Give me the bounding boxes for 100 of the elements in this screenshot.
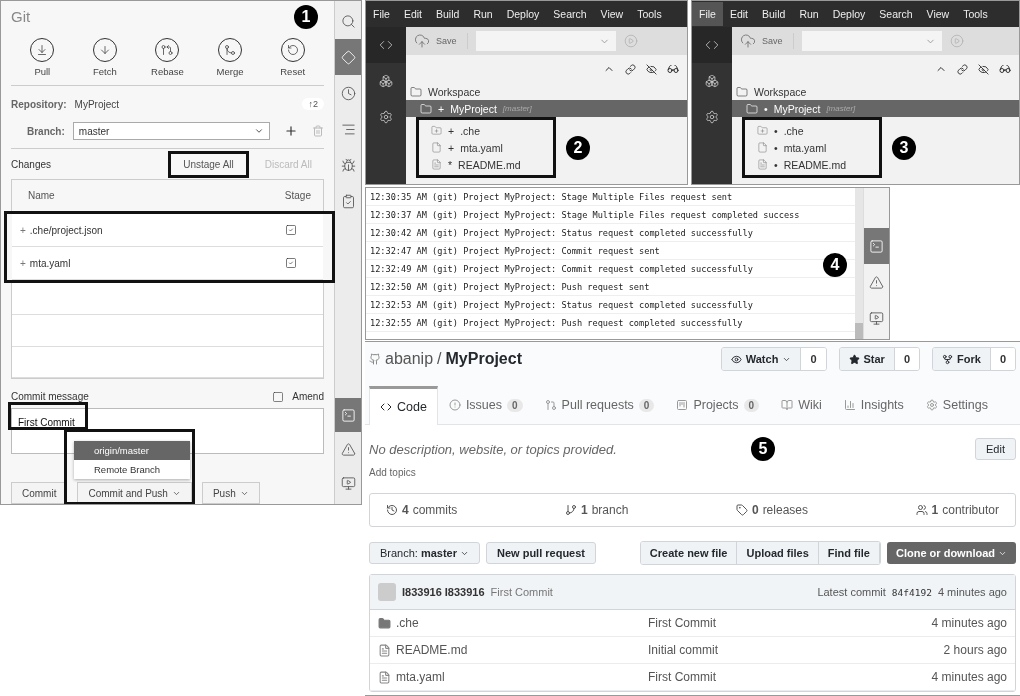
git-action-button[interactable]: Pull bbox=[17, 38, 68, 78]
sidebar-tab[interactable] bbox=[335, 39, 361, 75]
repo-tab[interactable]: Issues 0 bbox=[437, 386, 534, 423]
tree-item[interactable]: .che bbox=[783, 124, 804, 137]
file-name[interactable]: .che bbox=[396, 616, 419, 630]
checkbox[interactable] bbox=[285, 224, 297, 237]
menu-item[interactable]: Search bbox=[872, 2, 920, 26]
commit-message[interactable]: First Commit bbox=[490, 586, 812, 598]
repo-action-button[interactable]: Watch bbox=[721, 348, 802, 370]
commit-message[interactable]: Initial commit bbox=[648, 643, 944, 657]
git-action-button[interactable]: Reset bbox=[267, 38, 318, 78]
repo-owner[interactable]: abanip bbox=[385, 350, 434, 368]
eye-off-icon[interactable] bbox=[646, 63, 657, 75]
repo-tab[interactable]: Settings bbox=[914, 386, 999, 423]
code-icon[interactable] bbox=[379, 38, 393, 52]
repo-tab[interactable]: Wiki bbox=[770, 386, 833, 423]
file-action-button[interactable]: Find file bbox=[818, 542, 880, 564]
link-icon[interactable] bbox=[625, 63, 636, 75]
repo-tab[interactable]: Code bbox=[369, 386, 438, 425]
commit-author[interactable]: I833916 I833916 bbox=[402, 586, 485, 598]
menu-item[interactable]: View bbox=[593, 2, 631, 26]
unstage-all-button[interactable]: Unstage All bbox=[171, 153, 246, 175]
settings-icon[interactable] bbox=[705, 110, 719, 124]
menu-item[interactable]: View bbox=[919, 2, 957, 26]
new-pull-request-button[interactable]: New pull request bbox=[486, 542, 597, 564]
repo-action-button[interactable]: Star bbox=[839, 348, 895, 370]
repo-tab[interactable]: Insights bbox=[832, 386, 915, 423]
code-icon[interactable] bbox=[705, 38, 719, 52]
menu-item[interactable]: Tools bbox=[630, 2, 669, 26]
pull-request-icon bbox=[544, 399, 557, 411]
counter-value[interactable]: 0 bbox=[990, 348, 1015, 370]
save-button[interactable]: Save bbox=[414, 33, 468, 49]
menu-item[interactable]: Tools bbox=[956, 2, 995, 26]
add-topics-link[interactable]: Add topics bbox=[369, 467, 416, 478]
summary-link[interactable]: 1 branch bbox=[564, 503, 629, 517]
repo-tab[interactable]: Pull requests 0 bbox=[533, 386, 666, 423]
menu-item[interactable]: Build bbox=[429, 2, 467, 26]
git-action-button[interactable]: Merge bbox=[205, 38, 256, 78]
tree-item[interactable]: README.md bbox=[458, 158, 521, 171]
summary-link[interactable]: 1 contributor bbox=[915, 503, 999, 517]
document-icon bbox=[757, 159, 768, 170]
counter-value[interactable]: 0 bbox=[801, 348, 826, 370]
menu-item[interactable]: Build bbox=[755, 2, 793, 26]
glasses-icon[interactable] bbox=[667, 63, 679, 75]
commit-button[interactable]: Commit and Push bbox=[77, 482, 192, 504]
menu-item[interactable]: File bbox=[692, 2, 723, 26]
menu-item[interactable]: Run bbox=[466, 2, 500, 26]
clone-button[interactable]: Clone or download bbox=[887, 542, 1016, 564]
file-name[interactable]: README.md bbox=[396, 643, 468, 657]
commit-message[interactable]: First Commit bbox=[648, 670, 932, 684]
add-icon[interactable] bbox=[284, 124, 298, 139]
commit-button[interactable]: Push bbox=[201, 482, 260, 504]
file-action-button[interactable]: Upload files bbox=[737, 542, 819, 564]
branch-select[interactable]: Branch: master bbox=[369, 542, 480, 564]
boxes-icon[interactable] bbox=[379, 74, 393, 88]
menu-item[interactable]: Edit bbox=[722, 2, 755, 26]
checkbox[interactable] bbox=[285, 257, 297, 270]
edit-button[interactable]: Edit bbox=[975, 438, 1016, 460]
menu-item[interactable]: Edit bbox=[396, 2, 429, 26]
summary-link[interactable]: 4 commits bbox=[386, 503, 458, 517]
menu-item[interactable]: Run bbox=[792, 2, 826, 26]
link-icon[interactable] bbox=[957, 63, 968, 75]
summary-link[interactable]: 0 releases bbox=[735, 503, 808, 517]
save-button[interactable]: Save bbox=[740, 33, 794, 49]
checkbox[interactable] bbox=[272, 390, 285, 403]
tree-item[interactable]: Workspace bbox=[428, 85, 481, 98]
glasses-icon[interactable] bbox=[999, 63, 1011, 75]
repo-name[interactable]: MyProject bbox=[445, 350, 709, 368]
menu-item[interactable]: Deploy bbox=[825, 2, 873, 26]
repo-tab[interactable]: Projects 0 bbox=[665, 386, 771, 423]
git-action-button[interactable]: Fetch bbox=[79, 38, 130, 78]
branch-select[interactable]: master bbox=[72, 122, 270, 141]
delete-icon[interactable] bbox=[312, 125, 324, 138]
folder-plus-icon bbox=[757, 125, 768, 136]
boxes-icon[interactable] bbox=[705, 74, 719, 88]
tree-item[interactable]: mta.yaml bbox=[460, 141, 503, 154]
sidebar-tab[interactable] bbox=[335, 398, 361, 432]
scrollbar-thumb[interactable] bbox=[855, 323, 863, 339]
menu-item[interactable]: Remote Branch bbox=[74, 460, 190, 479]
tree-item[interactable]: mta.yaml bbox=[783, 141, 827, 154]
eye-off-icon[interactable] bbox=[978, 63, 989, 75]
file-name[interactable]: mta.yaml bbox=[396, 670, 445, 684]
menu-item[interactable]: origin/master bbox=[74, 441, 190, 460]
menu-item[interactable]: Deploy bbox=[499, 2, 547, 26]
tree-item[interactable]: README.md bbox=[783, 158, 847, 171]
file-action-button[interactable]: Create new file bbox=[640, 542, 738, 564]
commit-message[interactable]: First Commit bbox=[648, 616, 932, 630]
project-row[interactable]: + MyProject [master] bbox=[406, 100, 687, 117]
git-action-button[interactable]: Rebase bbox=[142, 38, 193, 78]
tree-item[interactable]: .che bbox=[460, 124, 480, 137]
menu-item[interactable]: Search bbox=[546, 2, 594, 26]
menu-item[interactable]: File bbox=[366, 2, 397, 26]
counter-value[interactable]: 0 bbox=[894, 348, 920, 370]
repo-action-button[interactable]: Fork bbox=[933, 348, 991, 370]
tree-item[interactable]: Workspace bbox=[754, 85, 807, 98]
repository-name: MyProject bbox=[74, 98, 119, 110]
sidebar-tab[interactable] bbox=[864, 228, 889, 264]
cloud-upload-icon bbox=[740, 33, 756, 49]
commit-sha[interactable]: 84f4192 bbox=[891, 586, 932, 598]
settings-icon[interactable] bbox=[379, 110, 393, 124]
